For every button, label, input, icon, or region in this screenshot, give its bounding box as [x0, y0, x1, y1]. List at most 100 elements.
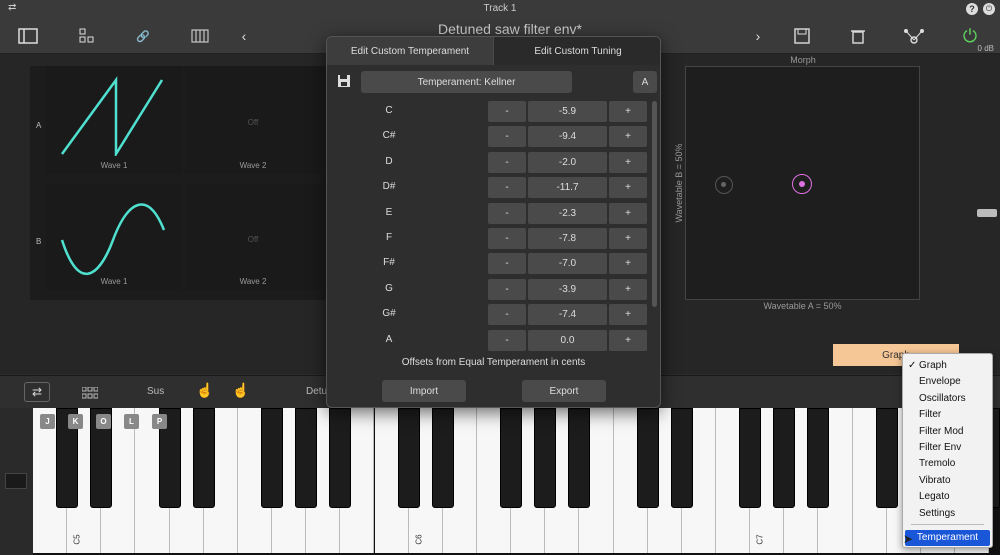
black-key[interactable]	[261, 408, 284, 508]
morph-point-a[interactable]	[715, 176, 733, 194]
detune-label[interactable]: Detu	[306, 386, 327, 397]
grid-icon[interactable]	[81, 386, 99, 404]
hand-one-icon[interactable]: ☝	[232, 382, 249, 399]
offset-value-field[interactable]: -2.0	[528, 151, 607, 173]
offset-value-field[interactable]: -7.8	[528, 228, 607, 249]
tab-edit-custom-tuning[interactable]: Edit Custom Tuning	[494, 37, 660, 65]
offset-value-field[interactable]: -3.9	[528, 278, 607, 300]
wave-cell-b2[interactable]: Off Wave 2	[185, 184, 321, 290]
key-chip: O	[96, 414, 111, 429]
increment-button[interactable]: +	[609, 253, 647, 275]
menu-item-filter-env[interactable]: Filter Env	[903, 440, 992, 456]
preset-name[interactable]: Detuned saw filter env*	[330, 21, 690, 37]
volume-slider-handle[interactable]	[977, 209, 997, 217]
layout-icon[interactable]	[75, 24, 99, 48]
offset-value-field[interactable]: -11.7	[528, 177, 607, 199]
morph-point-b[interactable]	[792, 174, 812, 194]
key-chip: K	[68, 414, 83, 429]
morph-pad[interactable]	[685, 66, 920, 300]
black-key[interactable]	[670, 408, 693, 508]
increment-button[interactable]: +	[609, 304, 647, 326]
chevron-left-icon[interactable]: ‹	[232, 24, 256, 48]
menu-item-settings[interactable]: Settings	[903, 506, 992, 522]
black-key[interactable]	[397, 408, 420, 508]
black-key[interactable]	[773, 408, 796, 508]
keyboard-scroll-left[interactable]	[0, 408, 33, 555]
increment-button[interactable]: +	[609, 151, 647, 173]
increment-button[interactable]: +	[609, 228, 647, 249]
menu-item-graph[interactable]: ✓ Graph	[903, 358, 992, 374]
menu-item-temperament[interactable]: Temperament	[905, 530, 990, 546]
menu-item-filter[interactable]: Filter	[903, 407, 992, 423]
increment-button[interactable]: +	[609, 177, 647, 199]
export-button[interactable]: Export	[522, 380, 606, 402]
chevron-right-icon[interactable]: ›	[746, 24, 770, 48]
link-icon[interactable]: 🔗	[131, 24, 155, 48]
temperament-selector[interactable]: Temperament: Kellner	[361, 71, 572, 93]
octave-label: C6	[414, 534, 424, 545]
increment-button[interactable]: +	[609, 101, 647, 122]
power-icon[interactable]: ⏻	[983, 3, 995, 15]
note-label: D	[385, 155, 393, 167]
menu-item-label: Settings	[919, 507, 956, 519]
note-label: C	[385, 105, 393, 116]
menu-item-filter-mod[interactable]: Filter Mod	[903, 424, 992, 440]
piano-icon[interactable]	[188, 24, 212, 48]
import-button[interactable]: Import	[382, 380, 466, 402]
tab-edit-custom-temperament[interactable]: Edit Custom Temperament	[327, 37, 494, 65]
checkmark-icon: ✓	[908, 360, 917, 371]
increment-button[interactable]: +	[609, 329, 647, 351]
decrement-button[interactable]: -	[488, 253, 526, 275]
decrement-button[interactable]: -	[488, 126, 526, 148]
wave-cell-a2[interactable]: Off Wave 2	[185, 66, 321, 174]
piano-keyboard[interactable]: J K O L P C5 C6 C7	[0, 408, 1000, 555]
offset-value-field[interactable]: -9.4	[528, 126, 607, 148]
offset-value-field[interactable]: -2.3	[528, 202, 607, 224]
black-key[interactable]	[875, 408, 898, 508]
swap-direction-icon[interactable]: ⇄	[24, 382, 50, 402]
offset-value-field[interactable]: -7.0	[528, 253, 607, 275]
decrement-button[interactable]: -	[488, 329, 526, 351]
menu-item-vibrato[interactable]: Vibrato	[903, 473, 992, 489]
menu-item-legato[interactable]: Legato	[903, 489, 992, 505]
offset-value-field[interactable]: 0.0	[528, 329, 607, 351]
decrement-button[interactable]: -	[488, 304, 526, 326]
decrement-button[interactable]: -	[488, 151, 526, 173]
black-key[interactable]	[739, 408, 762, 508]
menu-item-oscillators[interactable]: Oscillators	[903, 391, 992, 407]
black-key[interactable]	[807, 408, 830, 508]
black-key[interactable]	[568, 408, 591, 508]
offset-value-field[interactable]: -5.9	[528, 101, 607, 122]
black-key[interactable]	[500, 408, 523, 508]
black-key[interactable]	[636, 408, 659, 508]
scrollbar[interactable]	[652, 101, 657, 307]
sustain-label[interactable]: Sus	[147, 386, 164, 397]
increment-button[interactable]: +	[609, 278, 647, 300]
offset-value-field[interactable]: -7.4	[528, 304, 607, 326]
save-icon[interactable]	[790, 24, 814, 48]
decrement-button[interactable]: -	[488, 278, 526, 300]
wave-cell-b1[interactable]: Wave 1	[46, 184, 182, 290]
wave-cell-a1[interactable]: Wave 1	[46, 66, 182, 174]
hand-icon[interactable]: ☝	[196, 382, 213, 399]
increment-button[interactable]: +	[609, 126, 647, 148]
decrement-button[interactable]: -	[488, 101, 526, 122]
black-key[interactable]	[329, 408, 352, 508]
help-icon[interactable]: ?	[966, 3, 978, 15]
note-label: E	[385, 206, 393, 218]
menu-item-tremolo[interactable]: Tremolo	[903, 456, 992, 472]
black-key[interactable]	[192, 408, 215, 508]
routing-icon[interactable]	[902, 24, 926, 48]
reference-note-button[interactable]: A	[633, 71, 657, 93]
black-key[interactable]	[534, 408, 557, 508]
black-key[interactable]	[295, 408, 318, 508]
increment-button[interactable]: +	[609, 202, 647, 224]
save-icon[interactable]	[337, 74, 351, 88]
decrement-button[interactable]: -	[488, 202, 526, 224]
sidebar-toggle-icon[interactable]	[16, 24, 40, 48]
decrement-button[interactable]: -	[488, 228, 526, 249]
black-key[interactable]	[431, 408, 454, 508]
trash-icon[interactable]	[846, 24, 870, 48]
menu-item-envelope[interactable]: Envelope	[903, 374, 992, 390]
decrement-button[interactable]: -	[488, 177, 526, 199]
